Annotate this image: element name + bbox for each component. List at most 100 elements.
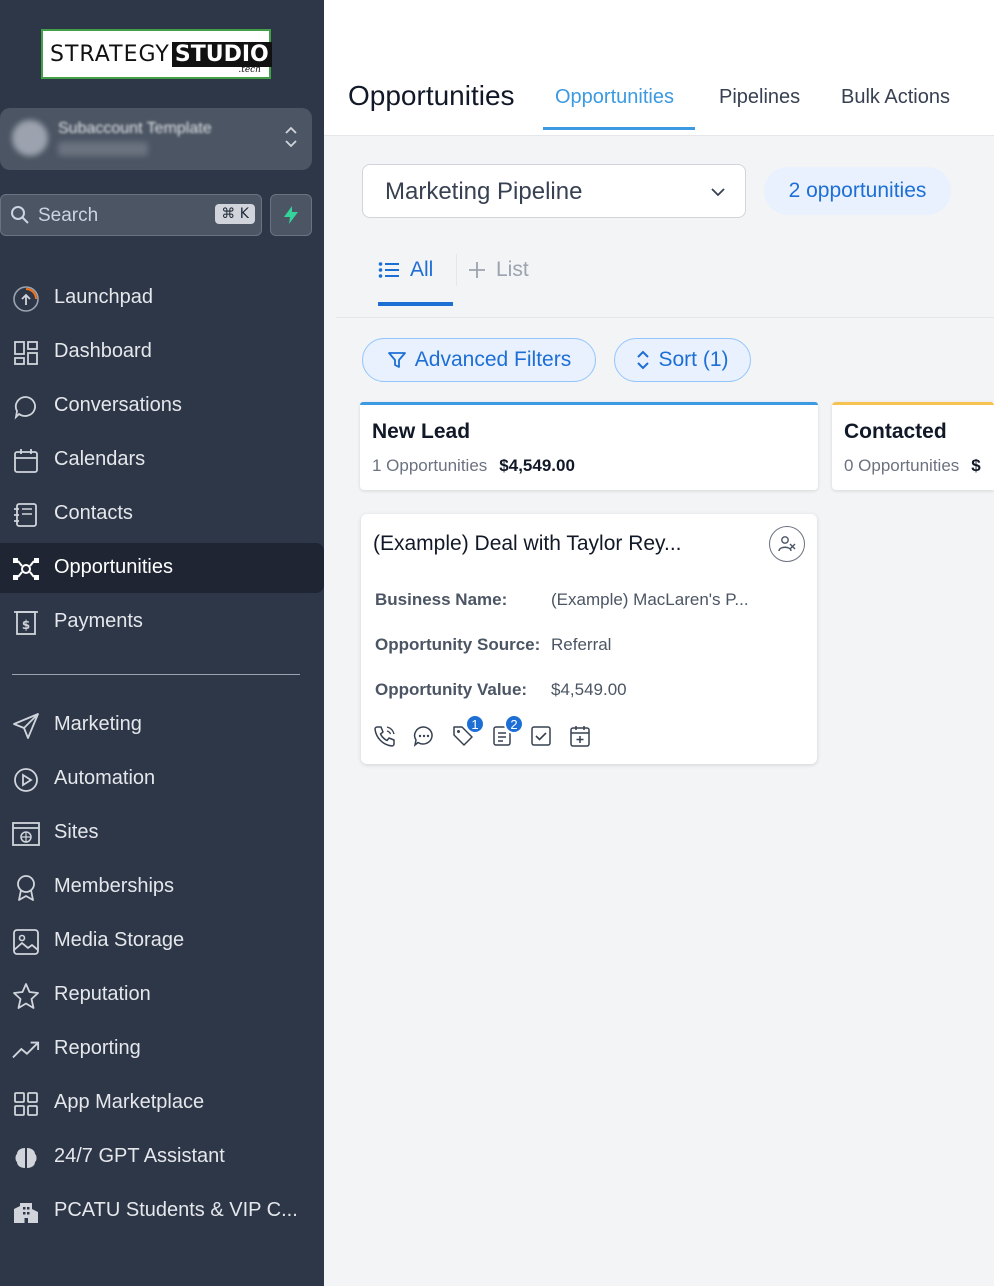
sidebar-item-payments[interactable]: $ Payments <box>0 597 324 647</box>
trend-icon <box>12 1036 40 1064</box>
sort-icon <box>637 350 650 370</box>
filter-icon <box>387 352 406 368</box>
field-value: Referral <box>551 635 612 654</box>
search-placeholder: Search <box>38 205 99 226</box>
sidebar-item-contacts[interactable]: Contacts <box>0 489 324 539</box>
field-opportunity-source: Opportunity Source: Referral <box>375 635 611 655</box>
automation-icon <box>12 766 40 794</box>
stage-color-bar <box>360 402 818 405</box>
field-value: (Example) MacLaren's P... <box>551 590 749 609</box>
sidebar-search[interactable]: Search ⌘ K <box>0 194 262 236</box>
svg-text:$: $ <box>22 618 30 632</box>
active-tab-indicator <box>543 127 695 130</box>
tab-pipelines[interactable]: Pipelines <box>719 86 800 109</box>
stage-meta: 1 Opportunities $4,549.00 <box>372 456 575 476</box>
sidebar-item-label: Dashboard <box>54 340 152 362</box>
chat-dots-icon <box>413 726 433 747</box>
call-button[interactable] <box>373 724 397 748</box>
field-key: Opportunity Source: <box>375 635 541 654</box>
view-tab-all-label: All <box>410 258 434 281</box>
field-key: Opportunity Value: <box>375 680 528 699</box>
pipeline-select[interactable]: Marketing Pipeline <box>362 164 746 218</box>
sidebar-item-app-marketplace[interactable]: App Marketplace <box>0 1078 324 1128</box>
account-switcher[interactable]: Subaccount Template <box>0 108 312 170</box>
advanced-filters-label: Advanced Filters <box>414 348 572 371</box>
sort-button[interactable]: Sort (1) <box>614 338 751 382</box>
strategy-studio-logo[interactable]: STRATEGY STUDIO .tech <box>41 29 272 79</box>
add-appointment-button[interactable] <box>568 724 592 748</box>
pipeline-selected-value: Marketing Pipeline <box>385 178 583 205</box>
sidebar-item-label: PCATU Students & VIP C... <box>54 1199 298 1221</box>
sidebar-item-conversations[interactable]: Conversations <box>0 381 324 431</box>
sidebar-item-label: Opportunities <box>54 556 173 578</box>
view-tabs: All List <box>336 238 994 318</box>
notes-button[interactable]: 2 <box>490 714 524 748</box>
sidebar-item-automation[interactable]: Automation <box>0 754 324 804</box>
stage-meta: 0 Opportunities $ <box>844 456 981 476</box>
sidebar-item-label: Conversations <box>54 394 182 416</box>
account-subtitle-blurred <box>58 142 148 156</box>
sidebar-item-reputation[interactable]: Reputation <box>0 970 324 1020</box>
brain-icon <box>12 1144 40 1172</box>
opportunity-card[interactable]: (Example) Deal with Taylor Rey... Busine… <box>361 514 817 764</box>
advanced-filters-button[interactable]: Advanced Filters <box>362 338 596 382</box>
tags-count-badge: 1 <box>465 714 485 734</box>
header: Opportunities Opportunities Pipelines Bu… <box>324 0 994 136</box>
field-business-name: Business Name: (Example) MacLaren's P... <box>375 590 749 610</box>
phone-icon <box>374 726 395 747</box>
calendar-plus-icon <box>570 726 590 747</box>
logo-text-studio: STUDIO <box>171 41 272 67</box>
view-separator <box>456 254 457 286</box>
star-icon <box>12 982 40 1010</box>
sidebar-divider <box>12 674 300 675</box>
sidebar-item-marketing[interactable]: Marketing <box>0 700 324 750</box>
sidebar-item-media-storage[interactable]: Media Storage <box>0 916 324 966</box>
sidebar-item-launchpad[interactable]: Launchpad <box>0 273 324 323</box>
stage-count: 1 Opportunities <box>372 456 488 475</box>
chat-icon <box>12 393 40 421</box>
unassigned-user-button[interactable] <box>769 526 805 562</box>
sidebar-item-sites[interactable]: Sites <box>0 808 324 858</box>
chevron-up-down-icon <box>284 124 298 153</box>
stage-value: $ <box>971 456 981 475</box>
image-icon <box>12 928 40 956</box>
view-tab-all[interactable]: All <box>378 258 433 282</box>
search-icon <box>10 205 30 230</box>
sidebar-item-opportunities[interactable]: Opportunities <box>0 543 324 593</box>
plus-icon <box>469 262 485 278</box>
account-avatar <box>12 120 48 156</box>
sidebar-item-label: Media Storage <box>54 929 185 951</box>
sidebar-item-pcatu-students[interactable]: PCATU Students & VIP C... <box>0 1186 324 1236</box>
sidebar-item-dashboard[interactable]: Dashboard <box>0 327 324 377</box>
sidebar-item-label: Contacts <box>54 502 133 524</box>
tab-bulk-actions[interactable]: Bulk Actions <box>841 86 950 109</box>
opportunities-count-badge: 2 opportunities <box>764 167 951 215</box>
sidebar-item-reporting[interactable]: Reporting <box>0 1024 324 1074</box>
sidebar-item-memberships[interactable]: Memberships <box>0 862 324 912</box>
add-list-button[interactable]: List <box>468 258 529 282</box>
quick-actions-button[interactable] <box>270 194 312 236</box>
sidebar-item-label: Reporting <box>54 1037 141 1059</box>
send-icon <box>12 712 40 740</box>
sort-label: Sort (1) <box>658 348 729 371</box>
message-button[interactable] <box>412 724 436 748</box>
list-icon <box>378 262 399 278</box>
launchpad-icon <box>12 285 40 313</box>
tags-button[interactable]: 1 <box>451 714 485 748</box>
badge-icon <box>12 874 40 902</box>
tab-opportunities[interactable]: Opportunities <box>555 86 674 109</box>
tasks-button[interactable] <box>529 724 553 748</box>
stage-new-lead: New Lead 1 Opportunities $4,549.00 <box>360 402 818 490</box>
checkbox-icon <box>531 726 551 746</box>
account-name: Subaccount Template <box>58 120 212 137</box>
apps-icon <box>12 1090 40 1118</box>
sidebar-item-label: Reputation <box>54 983 151 1005</box>
sidebar-item-label: Sites <box>54 821 99 843</box>
logo-text-tech: .tech <box>238 65 261 75</box>
sidebar-item-label: Payments <box>54 610 143 632</box>
chevron-down-icon <box>709 183 727 206</box>
sidebar-item-gpt-assistant[interactable]: 24/7 GPT Assistant <box>0 1132 324 1182</box>
notes-count-badge: 2 <box>504 714 524 734</box>
sidebar-item-calendars[interactable]: Calendars <box>0 435 324 485</box>
lightning-icon <box>284 206 298 224</box>
